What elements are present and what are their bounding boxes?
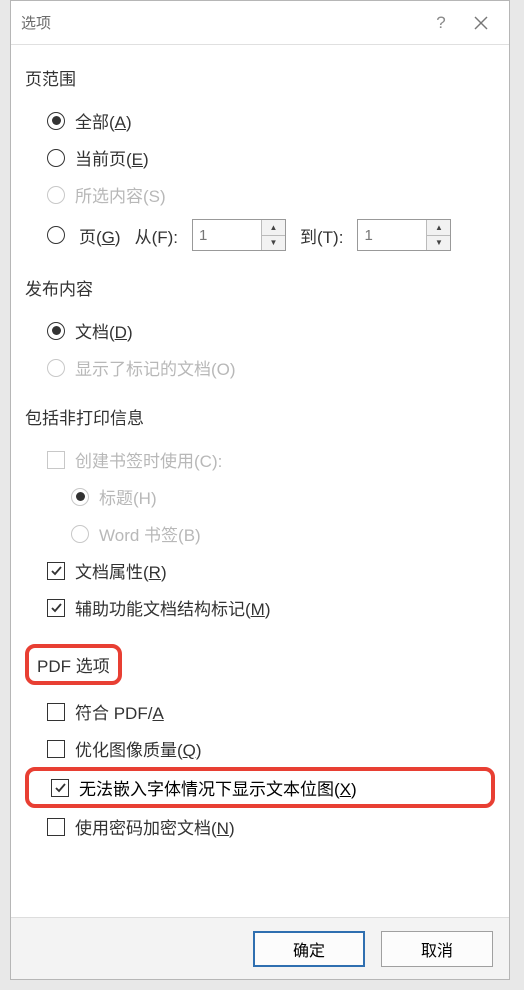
radio-pages-label: 页(G) — [79, 223, 121, 248]
pdfa-label: 符合 PDF/A — [75, 699, 164, 724]
bitmap-text-label: 无法嵌入字体情况下显示文本位图(X) — [79, 775, 357, 800]
section-pdf-options: PDF 选项 — [25, 644, 122, 685]
section-publish: 发布内容 — [25, 275, 495, 300]
chevron-down-icon[interactable]: ▼ — [427, 236, 450, 251]
dialog-title: 选项 — [21, 12, 51, 33]
radio-selection-label: 所选内容(S) — [75, 182, 166, 207]
checkbox-icon — [51, 779, 69, 797]
check-accessibility-tags[interactable]: 辅助功能文档结构标记(M) — [25, 589, 495, 626]
check-bitmap-text[interactable]: 无法嵌入字体情况下显示文本位图(X) — [25, 767, 495, 808]
radio-document[interactable]: 文档(D) — [25, 312, 495, 349]
doc-properties-label: 文档属性(R) — [75, 558, 167, 583]
radio-current-label: 当前页(E) — [75, 145, 149, 170]
checkbox-icon — [47, 818, 65, 836]
checkbox-icon — [47, 562, 65, 580]
chevron-up-icon[interactable]: ▲ — [427, 220, 450, 236]
encrypt-label: 使用密码加密文档(N) — [75, 814, 235, 839]
radio-icon — [71, 525, 89, 543]
radio-document-label: 文档(D) — [75, 318, 133, 343]
radio-icon — [47, 149, 65, 167]
radio-word-bookmarks: Word 书签(B) — [25, 515, 495, 552]
radio-icon — [47, 322, 65, 340]
from-spinner[interactable]: ▲▼ — [192, 219, 286, 251]
radio-word-bm-label: Word 书签(B) — [99, 521, 201, 546]
radio-markup-label: 显示了标记的文档(O) — [75, 355, 236, 380]
radio-pages[interactable]: 页(G) 从(F): ▲▼ 到(T): ▲▼ — [25, 213, 495, 257]
checkbox-icon — [47, 703, 65, 721]
check-create-bookmarks: 创建书签时使用(C): — [25, 441, 495, 478]
create-bookmarks-label: 创建书签时使用(C): — [75, 447, 222, 472]
radio-all-label: 全部(A) — [75, 108, 132, 133]
check-encrypt[interactable]: 使用密码加密文档(N) — [25, 808, 495, 845]
radio-icon — [47, 226, 65, 244]
radio-headings: 标题(H) — [25, 478, 495, 515]
radio-current-page[interactable]: 当前页(E) — [25, 139, 495, 176]
check-doc-properties[interactable]: 文档属性(R) — [25, 552, 495, 589]
to-label: 到(T): — [300, 223, 343, 248]
chevron-up-icon[interactable]: ▲ — [262, 220, 285, 236]
cancel-button[interactable]: 取消 — [381, 931, 493, 967]
checkbox-icon — [47, 451, 65, 469]
options-dialog: 选项 ? 页范围 全部(A) 当前页(E) 所选内容(S) 页(G) 从(F): — [10, 0, 510, 980]
radio-icon — [47, 186, 65, 204]
help-button[interactable]: ? — [421, 3, 461, 43]
close-icon — [474, 16, 488, 30]
radio-headings-label: 标题(H) — [99, 484, 157, 509]
accessibility-tags-label: 辅助功能文档结构标记(M) — [75, 595, 271, 620]
from-input[interactable] — [193, 220, 261, 250]
checkbox-icon — [47, 740, 65, 758]
optimize-image-label: 优化图像质量(Q) — [75, 736, 202, 761]
section-nonprint: 包括非打印信息 — [25, 404, 495, 429]
radio-icon — [47, 112, 65, 130]
from-spin-buttons[interactable]: ▲▼ — [261, 220, 285, 250]
dialog-content: 页范围 全部(A) 当前页(E) 所选内容(S) 页(G) 从(F): ▲▼ 到… — [11, 45, 509, 917]
to-spin-buttons[interactable]: ▲▼ — [426, 220, 450, 250]
from-label: 从(F): — [135, 223, 178, 248]
check-optimize-image[interactable]: 优化图像质量(Q) — [25, 730, 495, 767]
radio-icon — [47, 359, 65, 377]
chevron-down-icon[interactable]: ▼ — [262, 236, 285, 251]
radio-markup: 显示了标记的文档(O) — [25, 349, 495, 386]
radio-all[interactable]: 全部(A) — [25, 102, 495, 139]
section-page-range: 页范围 — [25, 65, 495, 90]
to-spinner[interactable]: ▲▼ — [357, 219, 451, 251]
radio-icon — [71, 488, 89, 506]
check-pdfa[interactable]: 符合 PDF/A — [25, 693, 495, 730]
to-input[interactable] — [358, 220, 426, 250]
checkbox-icon — [47, 599, 65, 617]
radio-selection: 所选内容(S) — [25, 176, 495, 213]
titlebar: 选项 ? — [11, 1, 509, 45]
close-button[interactable] — [461, 3, 501, 43]
dialog-footer: 确定 取消 — [11, 917, 509, 979]
ok-button[interactable]: 确定 — [253, 931, 365, 967]
